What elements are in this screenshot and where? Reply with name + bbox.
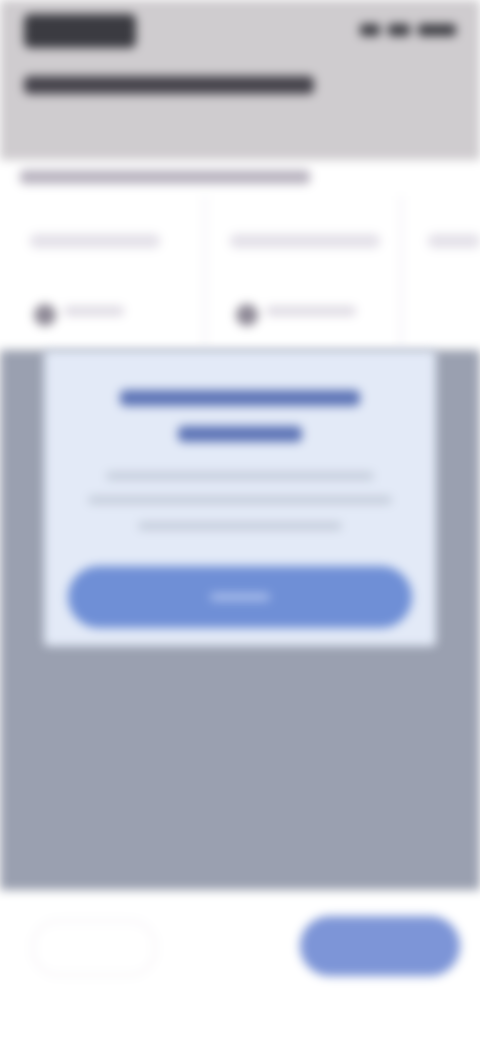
text-line-placeholder xyxy=(106,472,374,480)
text-line-placeholder xyxy=(138,522,342,530)
primary-button[interactable] xyxy=(300,916,460,976)
card-label xyxy=(30,234,160,248)
button-text-placeholder xyxy=(210,593,270,601)
card-label xyxy=(428,234,480,248)
card-item[interactable] xyxy=(0,196,206,346)
card-meta xyxy=(266,306,356,316)
signal-icon xyxy=(360,24,380,36)
bottom-action-bar xyxy=(0,890,480,1040)
section-title xyxy=(20,170,310,184)
card-item[interactable] xyxy=(206,196,402,346)
screen xyxy=(0,0,480,1040)
text-line-placeholder xyxy=(88,496,392,504)
dialog-panel xyxy=(44,350,436,646)
text-line-placeholder xyxy=(178,426,302,442)
battery-icon xyxy=(418,24,456,36)
secondary-button[interactable] xyxy=(32,920,156,976)
text-line-placeholder xyxy=(120,390,360,406)
page-title xyxy=(24,76,314,94)
app-header xyxy=(0,0,480,160)
avatar-icon xyxy=(34,304,56,326)
wifi-icon xyxy=(388,24,410,36)
status-bar xyxy=(360,24,456,36)
card-label xyxy=(230,234,380,248)
card-carousel[interactable] xyxy=(0,196,480,346)
modal-dialog xyxy=(44,350,436,646)
card-item[interactable] xyxy=(402,196,480,346)
app-logo xyxy=(24,14,136,48)
avatar-icon xyxy=(236,304,258,326)
card-meta xyxy=(64,306,124,316)
